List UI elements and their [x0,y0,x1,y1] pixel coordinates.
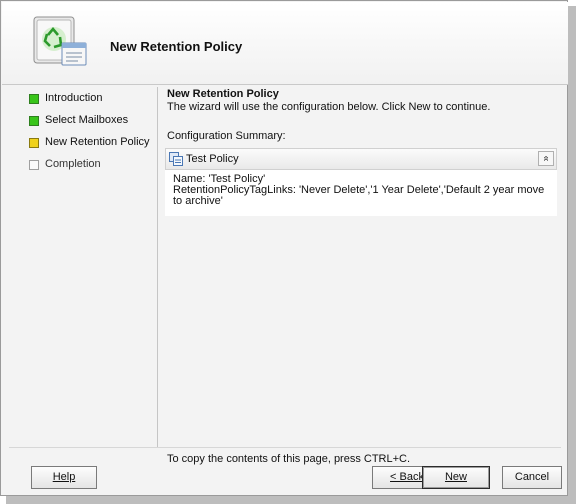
nav-divider [157,87,158,447]
wizard-header: New Retention Policy [2,2,568,85]
new-button-label: New [444,471,467,483]
cancel-button-label: Cancel [514,471,550,483]
policy-name: Test Policy [186,153,239,165]
wizard-title: New Retention Policy [110,39,243,54]
help-button-label: Help [52,471,76,483]
configuration-summary-label: Configuration Summary: [167,130,286,142]
new-button[interactable]: New [422,466,490,489]
page-title: New Retention Policy [167,88,279,100]
collapse-chevron-icon: » [540,155,552,162]
nav-step-label: Introduction [45,92,103,104]
policy-detail-tag-links: RetentionPolicyTagLinks: 'Never Delete',… [173,184,548,207]
help-button[interactable]: Help [31,466,97,489]
nav-step-label: Completion [45,158,101,170]
copy-hint: To copy the contents of this page, press… [167,453,411,465]
nav-step-label: New Retention Policy [45,136,150,148]
window-shadow-bottom [6,496,576,504]
collapse-section-button[interactable]: » [538,151,554,166]
wizard-window: New Retention Policy Introduction Select… [0,0,568,496]
nav-step-label: Select Mailboxes [45,114,129,126]
window-shadow-right [568,6,576,500]
cancel-button[interactable]: Cancel [502,466,562,489]
policy-summary-details: Name: 'Test Policy' RetentionPolicyTagLi… [165,170,557,216]
policy-summary-header[interactable]: Test Policy » [165,148,557,170]
recycle-policy-icon [33,16,87,66]
back-button-label: < Back [390,471,424,483]
policy-icon [169,152,183,166]
step-pending-icon [29,160,39,170]
step-complete-icon [29,94,39,104]
footer-divider [9,447,561,448]
step-complete-icon [29,116,39,126]
page-description: The wizard will use the configuration be… [167,101,491,113]
step-current-icon [29,138,39,148]
